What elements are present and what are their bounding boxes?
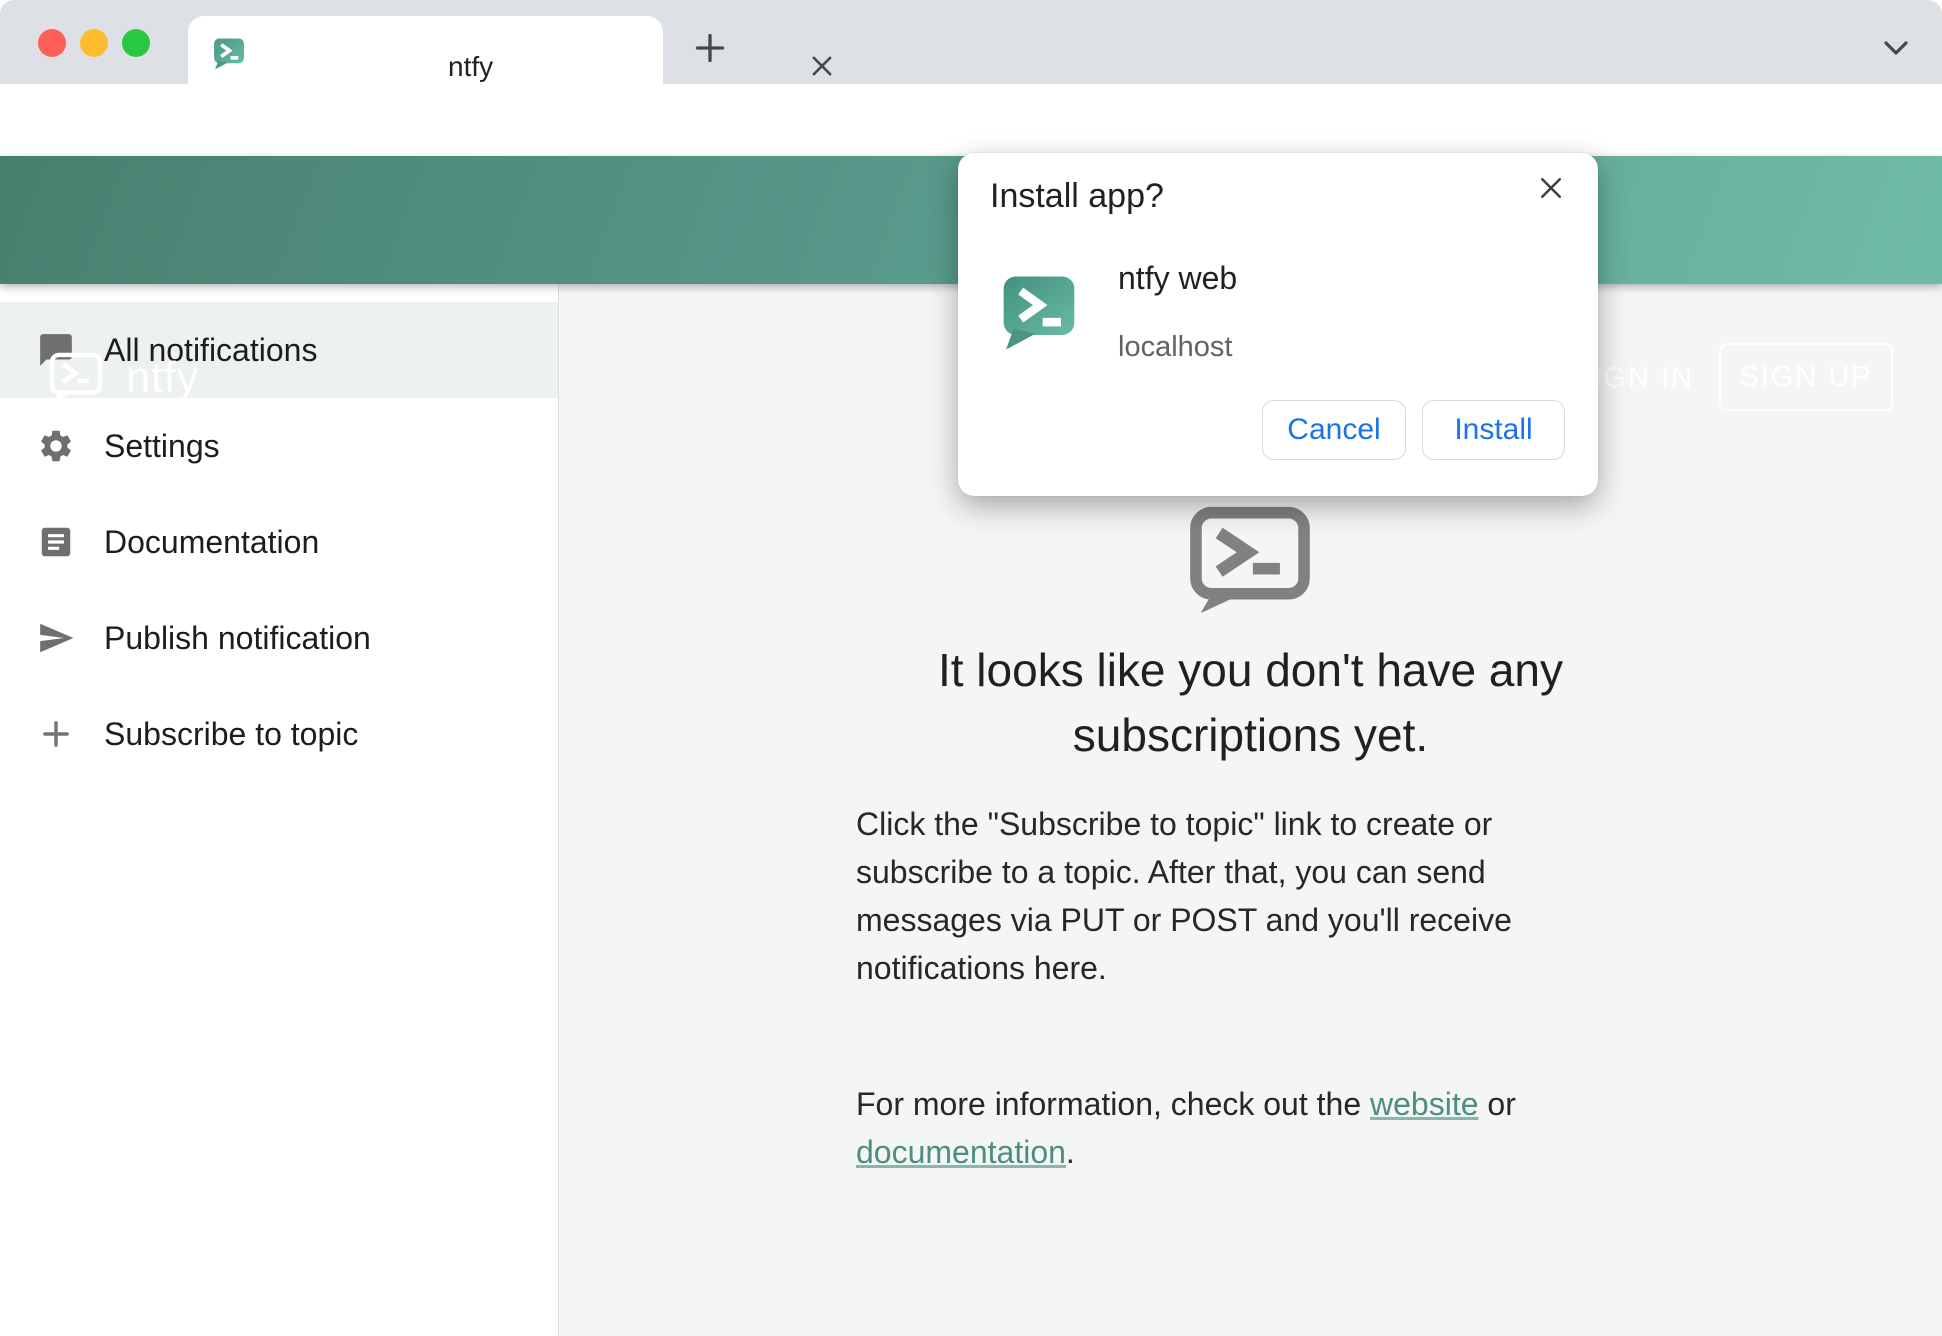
plus-icon bbox=[36, 714, 76, 754]
tab-strip: ntfy bbox=[0, 0, 1942, 84]
sidebar-item-label: Documentation bbox=[104, 524, 319, 561]
sidebar-item-label: Publish notification bbox=[104, 620, 371, 657]
sidebar-item-settings[interactable]: Settings bbox=[0, 398, 558, 494]
paragraph2-prefix: For more information, check out the bbox=[856, 1086, 1370, 1122]
gear-icon bbox=[36, 426, 76, 466]
article-icon bbox=[36, 522, 76, 562]
sidebar: All notifications Settings Documentation… bbox=[0, 284, 558, 1336]
empty-state-paragraph-2: For more information, check out the webs… bbox=[856, 1032, 1556, 1176]
browser-toolbar: localhost bbox=[0, 84, 1942, 156]
sign-up-button[interactable]: SIGN UP bbox=[1719, 343, 1893, 411]
empty-state-paragraph-1: Click the "Subscribe to topic" link to c… bbox=[856, 800, 1556, 992]
window-close-button[interactable] bbox=[38, 29, 66, 57]
tab-title: ntfy bbox=[448, 52, 493, 82]
ntfy-app-icon bbox=[1000, 272, 1078, 354]
window-zoom-button[interactable] bbox=[122, 29, 150, 57]
sidebar-item-documentation[interactable]: Documentation bbox=[0, 494, 558, 590]
sidebar-item-label: Subscribe to topic bbox=[104, 716, 358, 753]
documentation-link[interactable]: documentation bbox=[856, 1134, 1066, 1170]
send-icon bbox=[36, 618, 76, 658]
tab-search-chevron-down-icon[interactable] bbox=[1878, 32, 1914, 64]
install-dialog-title: Install app? bbox=[990, 177, 1164, 216]
brand-title: ntfy bbox=[126, 353, 199, 403]
browser-window: ntfy localhost bbox=[0, 0, 1942, 1336]
ntfy-logo-icon bbox=[48, 351, 104, 405]
empty-state-title: It looks like you don't have any subscri… bbox=[559, 638, 1942, 768]
paragraph2-suffix: . bbox=[1066, 1134, 1075, 1170]
tab-close-icon[interactable] bbox=[807, 51, 837, 81]
new-tab-button[interactable] bbox=[688, 26, 732, 70]
website-link[interactable]: website bbox=[1370, 1086, 1479, 1122]
install-app-dialog: Install app? ntfy web localhost Cancel I… bbox=[958, 153, 1598, 496]
install-button[interactable]: Install bbox=[1422, 400, 1565, 460]
window-minimize-button[interactable] bbox=[80, 29, 108, 57]
tab-favicon-ntfy-icon bbox=[212, 37, 246, 71]
browser-tab[interactable]: ntfy bbox=[188, 16, 663, 84]
ntfy-empty-state-logo-icon bbox=[1188, 505, 1312, 615]
install-dialog-app-name: ntfy web bbox=[1118, 260, 1237, 297]
sidebar-item-label: Settings bbox=[104, 428, 220, 465]
sidebar-item-publish-notification[interactable]: Publish notification bbox=[0, 590, 558, 686]
sidebar-item-subscribe-to-topic[interactable]: Subscribe to topic bbox=[0, 686, 558, 782]
paragraph2-mid: or bbox=[1479, 1086, 1516, 1122]
cancel-button[interactable]: Cancel bbox=[1262, 400, 1406, 460]
dialog-close-icon[interactable] bbox=[1533, 170, 1569, 206]
install-dialog-origin: localhost bbox=[1118, 331, 1232, 364]
